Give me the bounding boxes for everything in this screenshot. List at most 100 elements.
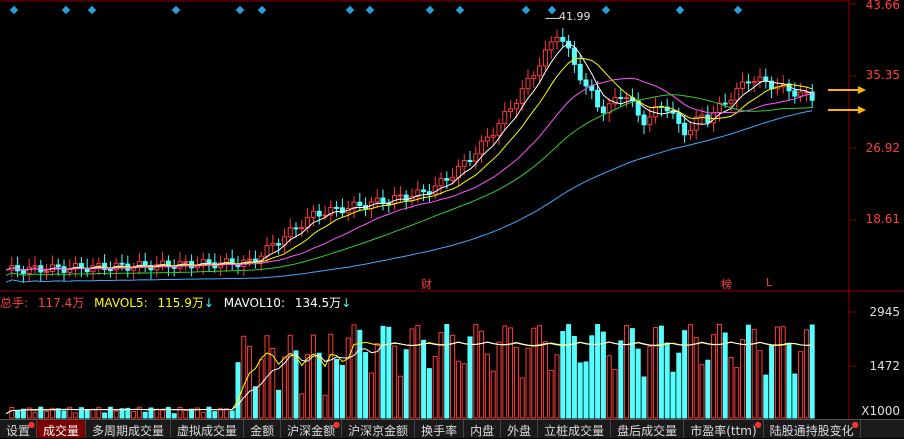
price-label-top: 43.66 [865, 0, 900, 12]
volume-bar [618, 340, 624, 419]
candle-body [722, 102, 728, 105]
candle-body [548, 41, 554, 51]
candle-body [751, 81, 757, 84]
candlestick-chart[interactable] [0, 0, 904, 419]
volume-bar [803, 329, 809, 419]
volume-bar [154, 408, 160, 419]
candle-body [537, 65, 543, 77]
volume-bar [32, 411, 38, 419]
tab-pe-ttm[interactable]: 市盈率(ttm) ● [684, 420, 764, 438]
volume-bar [542, 341, 548, 419]
candle-body [183, 261, 189, 264]
candle-body [392, 195, 398, 204]
volume-bar [577, 362, 583, 419]
ma60-line [5, 110, 813, 283]
volume-bar [571, 335, 577, 419]
volume-bar [484, 353, 490, 419]
volume-bar [774, 326, 780, 419]
volume-bar [363, 352, 369, 419]
volume-bar [397, 375, 403, 419]
volume-bar [763, 374, 769, 419]
volume-bar [670, 371, 676, 419]
candle-body [20, 270, 26, 275]
candle-body [287, 227, 293, 238]
volume-bar [798, 351, 804, 419]
tab-label: 市盈率(ttm) [690, 424, 757, 438]
tab-label: 沪深金额 [287, 424, 336, 438]
total-volume-label: 总手: [0, 296, 29, 310]
marker-l[interactable]: L [766, 276, 772, 289]
volume-bar [612, 368, 618, 419]
volume-label-top: 2945 [869, 305, 900, 319]
candle-body [542, 49, 548, 67]
tab-northbound-holding[interactable]: 陆股通持股变化 ● [764, 420, 861, 438]
volume-bar [44, 411, 50, 419]
volume-legend: 总手: 117.4万 MAVOL5: 115.9万↓ MAVOL10: 134.… [0, 294, 357, 311]
volume-bar [368, 372, 374, 419]
event-diamond-icon [345, 5, 355, 15]
volume-bar [73, 412, 79, 419]
volume-bar [548, 369, 554, 419]
tab-settings[interactable]: 设置 ● [0, 420, 38, 438]
candle-body [334, 206, 340, 209]
tab-label: 金额 [250, 424, 275, 438]
ma20-line [5, 77, 813, 271]
mavol5-label: MAVOL5: [94, 296, 148, 310]
trend-arrow-head-icon [858, 86, 866, 94]
candle-body [595, 89, 601, 108]
volume-bar [9, 406, 15, 419]
marker-bang[interactable]: 榜 [721, 276, 732, 292]
price-label-4: 18.61 [865, 212, 900, 226]
tab-label: 立桩成交量 [544, 424, 605, 438]
event-diamond-icon [9, 5, 19, 15]
trend-arrow-head-icon [858, 106, 866, 114]
volume-bar [444, 323, 450, 419]
tab-outer-volume[interactable]: 外盘 [501, 420, 539, 438]
candle-body [484, 136, 490, 142]
tab-inner-volume[interactable]: 内盘 [464, 420, 502, 438]
mavol10-label: MAVOL10: [223, 296, 285, 310]
tab-sh-sz-amount[interactable]: 沪深金额 ● [281, 420, 343, 438]
volume-bar [606, 355, 612, 419]
candle-body [653, 105, 659, 118]
candle-body [461, 159, 467, 167]
candle-body [560, 36, 566, 42]
mavol5-value: 115.9万 [157, 296, 204, 310]
marker-cai[interactable]: 财 [421, 276, 432, 292]
candle-body [467, 159, 473, 162]
tab-virtual-volume[interactable]: 虚拟成交量 [171, 420, 245, 438]
tab-sh-sz-bj-amount[interactable]: 沪深京金额 [342, 420, 416, 438]
event-diamond-icon [547, 5, 557, 15]
tab-label: 陆股通持股变化 [769, 424, 854, 438]
volume-bar [113, 410, 119, 419]
tab-amount[interactable]: 金额 [244, 420, 282, 438]
tab-star-icon: ● [754, 420, 762, 429]
tab-volume[interactable]: 成交量 [37, 420, 87, 438]
tab-after-hours-volume[interactable]: 盘后成交量 [611, 420, 685, 438]
volume-bar [687, 324, 693, 419]
volume-bar [629, 328, 635, 419]
candle-body [380, 197, 386, 204]
candle-body [745, 81, 751, 84]
volume-bar [711, 334, 717, 419]
price-label-2: 35.35 [865, 68, 900, 82]
ma5-line [5, 43, 813, 271]
event-diamond-icon [521, 5, 531, 15]
volume-bar [281, 356, 287, 419]
candle-body [32, 265, 38, 268]
tab-multi-period-volume[interactable]: 多周期成交量 [86, 420, 172, 438]
tab-turnover-rate[interactable]: 换手率 [415, 420, 465, 438]
volume-bar [653, 327, 659, 419]
volume-bar [525, 347, 531, 419]
volume-bar [624, 325, 630, 419]
candle-body [473, 153, 479, 162]
volume-bar [299, 393, 305, 419]
candle-body [600, 106, 606, 114]
volume-bar [757, 350, 763, 419]
candle-body [757, 76, 763, 83]
volume-bar [293, 350, 299, 419]
volume-bar [421, 339, 427, 419]
tab-pile-volume[interactable]: 立桩成交量 [538, 420, 612, 438]
candle-body [583, 79, 589, 87]
volume-bar [15, 409, 21, 419]
